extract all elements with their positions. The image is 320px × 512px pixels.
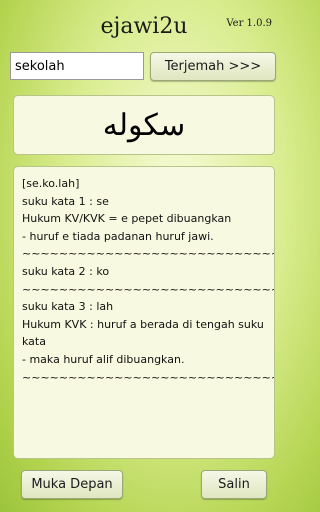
translate-button[interactable]: Terjemah >>>	[150, 52, 276, 81]
detail-line: Hukum KVK : huruf a berada di tengah suk…	[22, 317, 264, 349]
jawi-result-box: سکوله	[13, 95, 275, 155]
detail-line: [se.ko.lah]	[22, 177, 80, 190]
jawi-text: سکوله	[102, 107, 186, 143]
divider-line: ~~~~~~~~~~~~~~~~~~~~~~~~~~~~~~	[22, 370, 275, 384]
version-label: Ver 1.0.9	[226, 18, 272, 29]
detail-line: Hukum KV/KVK = e pepet dibuangkan	[22, 212, 232, 226]
divider-line: ~~~~~~~~~~~~~~~~~~~~~~~~~~~~~~	[22, 282, 275, 296]
copy-button[interactable]: Salin	[201, 470, 267, 499]
syllable-details-box: [se.ko.lah] suku kata 1 : se Hukum KV/KV…	[13, 166, 275, 459]
detail-line: - huruf e tiada padanan huruf jawi.	[22, 229, 214, 243]
search-input[interactable]	[10, 52, 144, 80]
detail-line: - maka huruf alif dibuangkan.	[22, 352, 185, 366]
detail-line: suku kata 3 : lah	[22, 300, 114, 314]
home-button[interactable]: Muka Depan	[21, 470, 123, 499]
divider-line: ~~~~~~~~~~~~~~~~~~~~~~~~~~~~~~	[22, 247, 275, 261]
detail-line: suku kata 1 : se	[22, 194, 109, 208]
detail-line: suku kata 2 : ko	[22, 264, 110, 278]
